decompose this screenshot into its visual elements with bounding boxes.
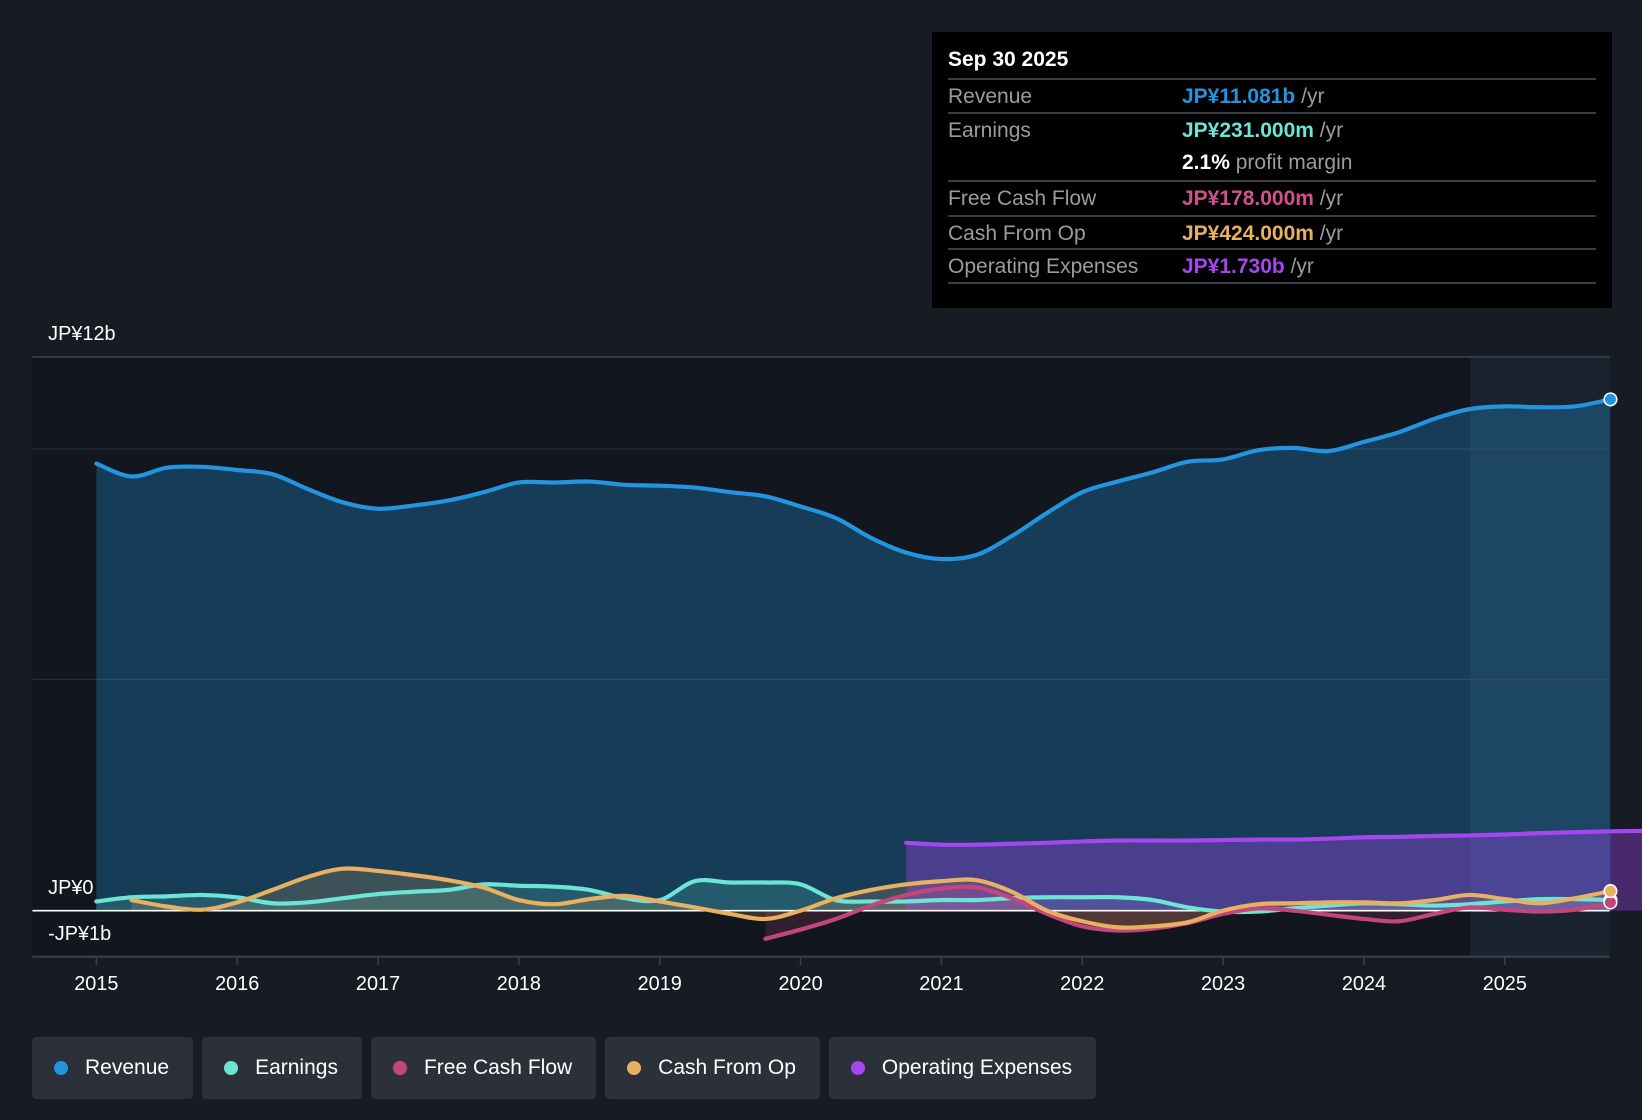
tooltip-row: Free Cash Flow JP¥178.000m /yr xyxy=(948,180,1596,216)
legend-item-revenue[interactable]: Revenue xyxy=(32,1037,194,1099)
legend-label: Free Cash Flow xyxy=(423,1056,573,1079)
tooltip-label: Cash From Op xyxy=(948,222,1086,245)
tooltip-row: Cash From Op JP¥424.000m /yr xyxy=(948,215,1596,251)
series-endpoint[interactable] xyxy=(1603,392,1618,407)
tooltip-label: Earnings xyxy=(948,119,1031,142)
x-tick-label: 2025 xyxy=(1483,973,1527,995)
tooltip-value: JP¥424.000m /yr xyxy=(1182,222,1344,245)
x-tick-label: 2021 xyxy=(919,973,963,995)
legend-label: Operating Expenses xyxy=(881,1056,1073,1079)
legend-dot-icon xyxy=(392,1061,407,1075)
legend-item-earnings[interactable]: Earnings xyxy=(202,1037,362,1099)
legend-item-operating-expenses[interactable]: Operating Expenses xyxy=(828,1037,1097,1099)
x-tick-label: 2023 xyxy=(1201,973,1245,995)
tooltip-value: JP¥1.730b /yr xyxy=(1182,255,1314,278)
series-endpoint[interactable] xyxy=(1603,884,1618,899)
legend-item-free-cash-flow[interactable]: Free Cash Flow xyxy=(370,1037,597,1099)
legend-dot-icon xyxy=(850,1061,865,1075)
legend-dot-icon xyxy=(224,1061,239,1075)
tooltip-row: Revenue JP¥11.081b /yr xyxy=(948,78,1596,114)
tooltip-row: 2.1% profit margin xyxy=(948,146,1596,180)
x-tick-label: 2016 xyxy=(215,973,259,995)
tooltip-date: Sep 30 2025 xyxy=(948,48,1069,71)
legend-label: Revenue xyxy=(85,1056,170,1079)
x-tick-label: 2018 xyxy=(497,973,541,995)
tooltip-divider xyxy=(948,282,1596,318)
x-tick-label: 2017 xyxy=(356,973,400,995)
legend-dot-icon xyxy=(627,1061,642,1075)
tooltip-label: Free Cash Flow xyxy=(948,187,1097,210)
x-tick-label: 2024 xyxy=(1342,973,1386,995)
y-label-top: JP¥12b xyxy=(48,323,115,345)
tooltip-label: Operating Expenses xyxy=(948,255,1139,278)
legend-label: Cash From Op xyxy=(658,1056,796,1079)
tooltip-value: 2.1% profit margin xyxy=(1182,151,1353,174)
x-tick-label: 2020 xyxy=(778,973,822,995)
x-tick-label: 2022 xyxy=(1060,973,1104,995)
y-label-bottom: -JP¥1b xyxy=(48,923,111,945)
tooltip-value: JP¥231.000m /yr xyxy=(1182,119,1344,142)
legend: Revenue Earnings Free Cash Flow Cash From O… xyxy=(32,1037,1097,1099)
tooltip-value: JP¥178.000m /yr xyxy=(1182,187,1344,210)
tooltip-label: Revenue xyxy=(948,85,1033,108)
legend-item-cash-from-op[interactable]: Cash From Op xyxy=(605,1037,820,1099)
tooltip-row: Earnings JP¥231.000m /yr xyxy=(948,112,1596,148)
tooltip: Sep 30 2025 Revenue JP¥11.081b /yr Earning… xyxy=(932,32,1612,308)
legend-label: Earnings xyxy=(255,1056,338,1079)
tooltip-row: Operating Expenses JP¥1.730b /yr xyxy=(948,248,1596,284)
y-label-zero: JP¥0 xyxy=(48,877,93,899)
x-tick-label: 2019 xyxy=(638,973,682,995)
x-tick-label: 2015 xyxy=(74,973,118,995)
legend-dot-icon xyxy=(54,1061,68,1075)
tooltip-value: JP¥11.081b /yr xyxy=(1182,85,1325,108)
